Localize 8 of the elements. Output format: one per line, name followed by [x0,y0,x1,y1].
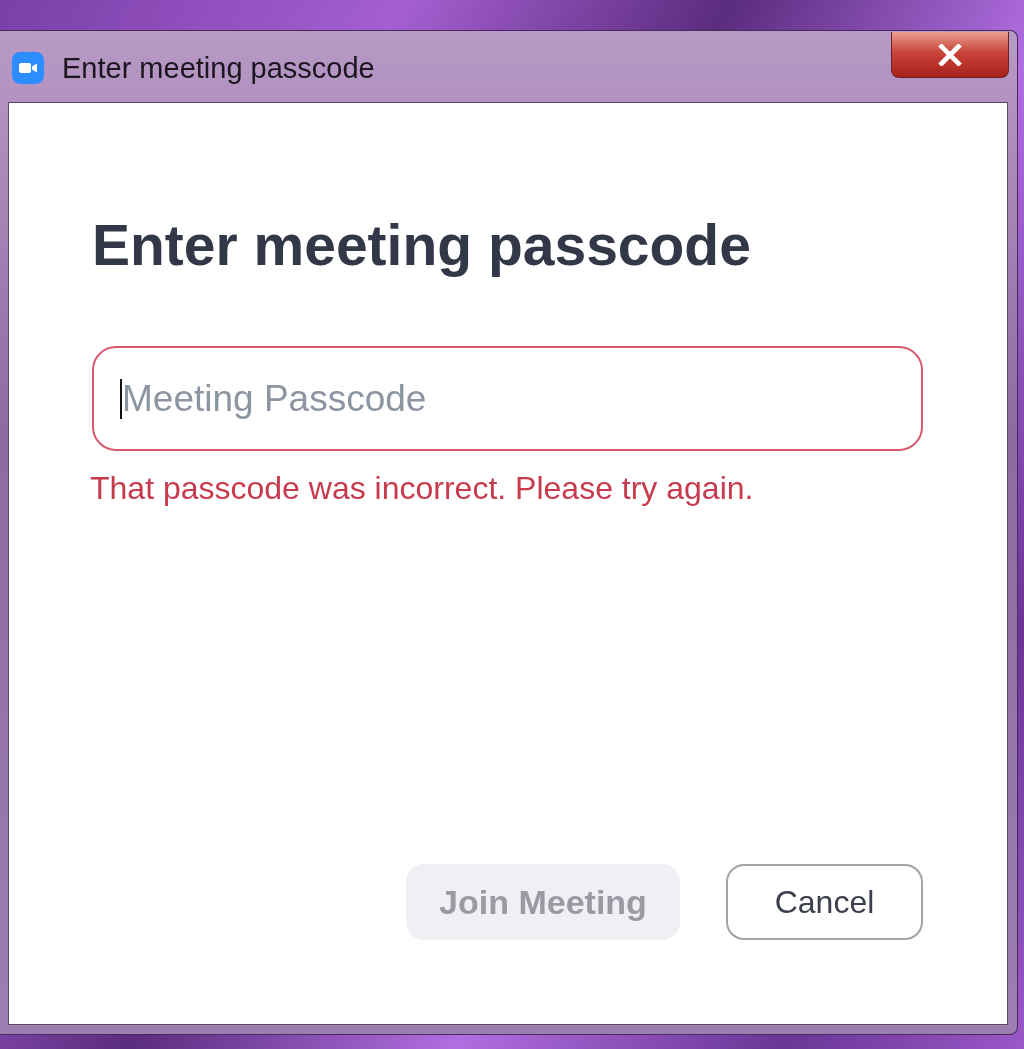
video-camera-icon [12,52,44,84]
error-message: That passcode was incorrect. Please try again. [90,469,755,507]
close-icon [938,43,962,66]
window-title: Enter meeting passcode [62,51,375,86]
dialog-heading: Enter meeting passcode [92,212,752,279]
passcode-field[interactable]: Meeting Passcode [92,346,923,451]
cancel-button[interactable]: Cancel [726,864,923,940]
close-button[interactable] [891,32,1009,78]
